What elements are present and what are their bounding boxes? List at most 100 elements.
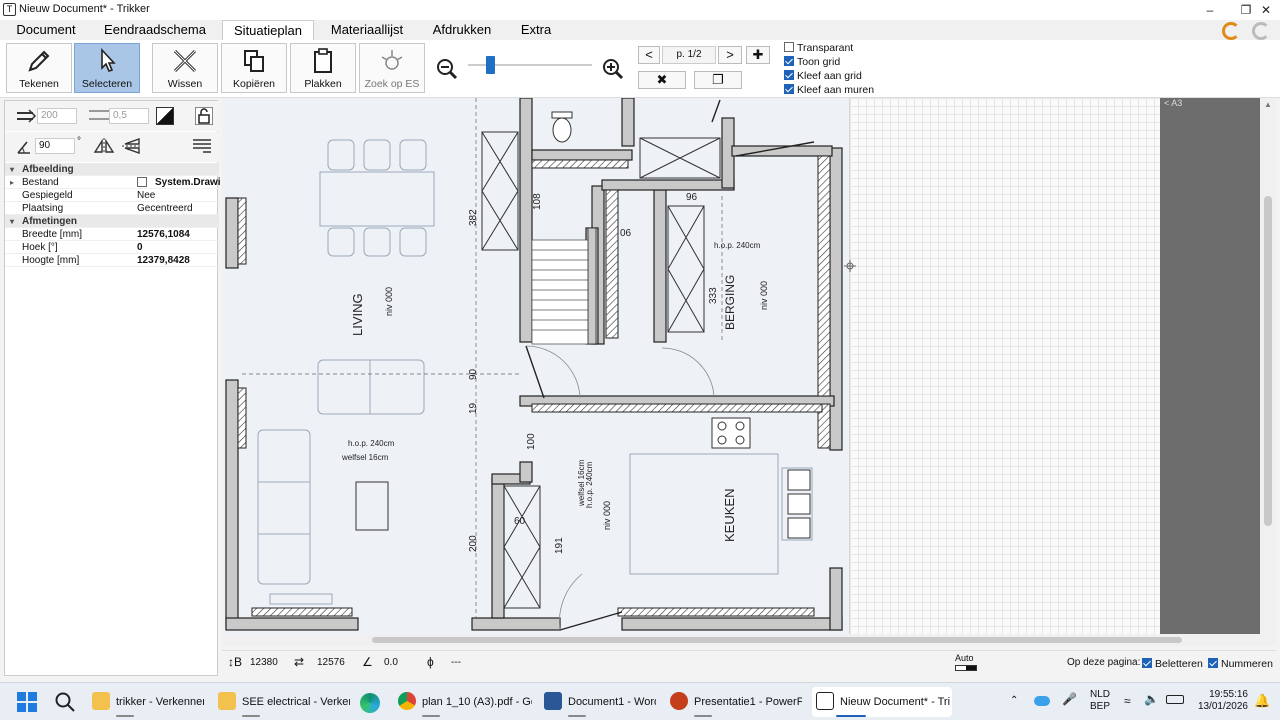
prop-bestand[interactable]: ▸ Bestand System.Drawi	[5, 176, 221, 189]
taskbar-trikker[interactable]: Nieuw Document* - Tri	[812, 687, 952, 717]
label-keuken: KEUKEN	[722, 489, 737, 542]
delete-page-icon[interactable]: ✖	[638, 71, 686, 89]
horizontal-scrollbar[interactable]	[222, 634, 1260, 646]
tab-extra[interactable]: Extra	[514, 20, 558, 40]
taskbar-powerpoint[interactable]: Presentatie1 - PowerPo	[670, 687, 802, 717]
taskbar-explorer-trikker[interactable]: trikker - Verkenner	[92, 687, 204, 717]
windows-start-icon[interactable]	[16, 691, 38, 716]
dim-19: 19	[468, 402, 479, 414]
clock[interactable]: 19:55:16 13/01/2026	[1196, 689, 1248, 713]
prop-breedte[interactable]: Breedte [mm] 12576,1084	[5, 228, 219, 241]
auto-indicator[interactable]	[955, 665, 977, 671]
taskbar-explorer-see[interactable]: SEE electrical - Verkenn	[218, 687, 350, 717]
selecteren-button[interactable]: Selecteren	[74, 43, 140, 93]
prop-plaatsing[interactable]: Plaatsing Gecentreerd	[5, 202, 219, 215]
minimize-button[interactable]: –	[1196, 2, 1224, 18]
plakken-label: Plakken	[304, 78, 342, 90]
line-thickness-field[interactable]: 0,5	[109, 108, 149, 124]
properties-panel: 200 0,5 90 ° ▾ Afbeelding ▸ Bestand System.…	[4, 100, 221, 676]
prop-hoogte[interactable]: Hoogte [mm] 12379,8428	[5, 254, 219, 267]
clipboard-icon	[291, 47, 355, 75]
ribbon: Tekenen Selecteren Wissen Kopiëren Plakk…	[0, 40, 1280, 98]
tekenen-label: Tekenen	[19, 78, 59, 90]
close-button[interactable]: ✕	[1252, 2, 1280, 18]
speaker-icon[interactable]: 🔈	[1144, 692, 1159, 706]
zoek-op-es-button[interactable]: Zoek op ES	[359, 43, 425, 93]
nummeren-checkbox[interactable]: Nummeren	[1208, 657, 1273, 671]
dim-200: 200	[468, 535, 479, 552]
wifi-icon[interactable]: ≈	[1124, 694, 1131, 708]
angle-field[interactable]: 90	[35, 138, 75, 154]
prev-page-button[interactable]: <	[638, 46, 660, 64]
battery-icon[interactable]	[1166, 695, 1184, 704]
tekenen-button[interactable]: Tekenen	[6, 43, 72, 93]
mirror-icon[interactable]	[93, 137, 115, 158]
powerpoint-icon	[670, 692, 688, 710]
kleef-muren-checkbox[interactable]: Kleef aan muren	[784, 83, 874, 97]
zoek-op-es-label: Zoek op ES	[364, 78, 420, 90]
toon-grid-checkbox[interactable]: Toon grid	[784, 55, 840, 69]
kleef-muren-label: Kleef aan muren	[797, 84, 875, 96]
microphone-icon[interactable]: 🎤	[1062, 692, 1077, 706]
line-width-field[interactable]: 200	[37, 108, 77, 124]
taskbar-chrome-pdf[interactable]: plan 1_10 (A3).pdf - Goo	[398, 687, 532, 717]
transparant-checkbox[interactable]: Transparant	[784, 41, 853, 55]
app-icon: T	[3, 3, 16, 16]
edge-icon[interactable]	[360, 693, 380, 713]
taskbar-word[interactable]: Document1 - Word	[544, 687, 656, 717]
add-page-icon[interactable]: ✚	[746, 46, 770, 64]
lock-icon[interactable]	[195, 107, 213, 125]
zoom-out-icon[interactable]	[436, 58, 458, 83]
help-icon[interactable]	[1252, 22, 1270, 40]
notification-bell-icon[interactable]: 🔔	[1254, 693, 1270, 709]
duplicate-page-icon[interactable]: ❐	[694, 71, 742, 89]
next-page-button[interactable]: >	[718, 46, 742, 64]
tab-eendraadschema[interactable]: Eendraadschema	[100, 20, 210, 40]
tab-situatieplan[interactable]: Situatieplan	[222, 20, 314, 40]
vertical-scroll-thumb[interactable]	[1264, 196, 1272, 526]
category-afmetingen[interactable]: ▾ Afmetingen	[5, 215, 219, 228]
search-icon[interactable]	[54, 691, 76, 716]
label-living: LIVING	[350, 293, 365, 336]
list-options-icon[interactable]	[191, 137, 213, 158]
floor-plan-image[interactable]: LIVING niv 000 KEUKEN BERGING niv 000 ni…	[222, 98, 851, 634]
auto-label: Auto	[955, 653, 974, 663]
language-indicator[interactable]: NLD BEP	[1088, 689, 1112, 713]
cursor-arrow-icon	[75, 47, 139, 75]
plakken-button[interactable]: Plakken	[290, 43, 356, 93]
beletteren-checkbox[interactable]: Beletteren	[1142, 657, 1203, 671]
dim-90: 90	[468, 368, 479, 380]
taskbar: trikker - Verkenner SEE electrical - Ver…	[0, 682, 1280, 720]
background-grid[interactable]	[850, 98, 1160, 634]
search-component-icon	[360, 47, 424, 75]
height-value: 12380	[250, 657, 278, 668]
tab-afdrukken[interactable]: Afdrukken	[428, 20, 496, 40]
title-bar: T Nieuw Document* - Trikker – ❐ ✕	[0, 0, 1280, 20]
flip-icon[interactable]	[121, 137, 143, 158]
prop-gespiegeld[interactable]: Gespiegeld Nee	[5, 189, 219, 202]
prop-hoek[interactable]: Hoek [°] 0	[5, 241, 219, 254]
zoom-slider-thumb[interactable]	[486, 56, 495, 74]
vertical-scrollbar[interactable]: ▲	[1260, 98, 1276, 646]
op-deze-pagina-label: Op deze pagina:	[1067, 657, 1141, 668]
scroll-up-icon[interactable]: ▲	[1264, 100, 1272, 109]
drawing-canvas[interactable]: LIVING niv 000 KEUKEN BERGING niv 000 ni…	[222, 98, 1276, 646]
zoom-in-icon[interactable]	[602, 58, 624, 83]
horizontal-scroll-thumb[interactable]	[372, 637, 1182, 643]
category-afbeelding[interactable]: ▾ Afbeelding	[5, 163, 219, 176]
file-icon	[137, 177, 147, 187]
show-hidden-icons-icon[interactable]: ⌃	[1010, 695, 1018, 706]
kopieren-button[interactable]: Kopiëren	[221, 43, 287, 93]
tab-document[interactable]: Document	[10, 20, 82, 40]
status-bar: ↕B 12380 ⇄ 12576 ∠ 0.0 ϕ --- Auto Op dez…	[222, 650, 1276, 676]
move-handle-icon[interactable]	[844, 260, 856, 272]
tab-materiaallijst[interactable]: Materiaallijst	[326, 20, 408, 40]
transparant-label: Transparant	[797, 42, 854, 54]
onedrive-icon[interactable]	[1034, 696, 1050, 706]
dim-100: 100	[526, 433, 537, 450]
wissen-button[interactable]: Wissen	[152, 43, 218, 93]
label-welfsel-living: welfsel 16cm	[341, 453, 389, 462]
color-swatch[interactable]	[156, 107, 174, 125]
kleef-grid-checkbox[interactable]: Kleef aan grid	[784, 69, 862, 83]
label-niv-living: niv 000	[384, 287, 394, 316]
